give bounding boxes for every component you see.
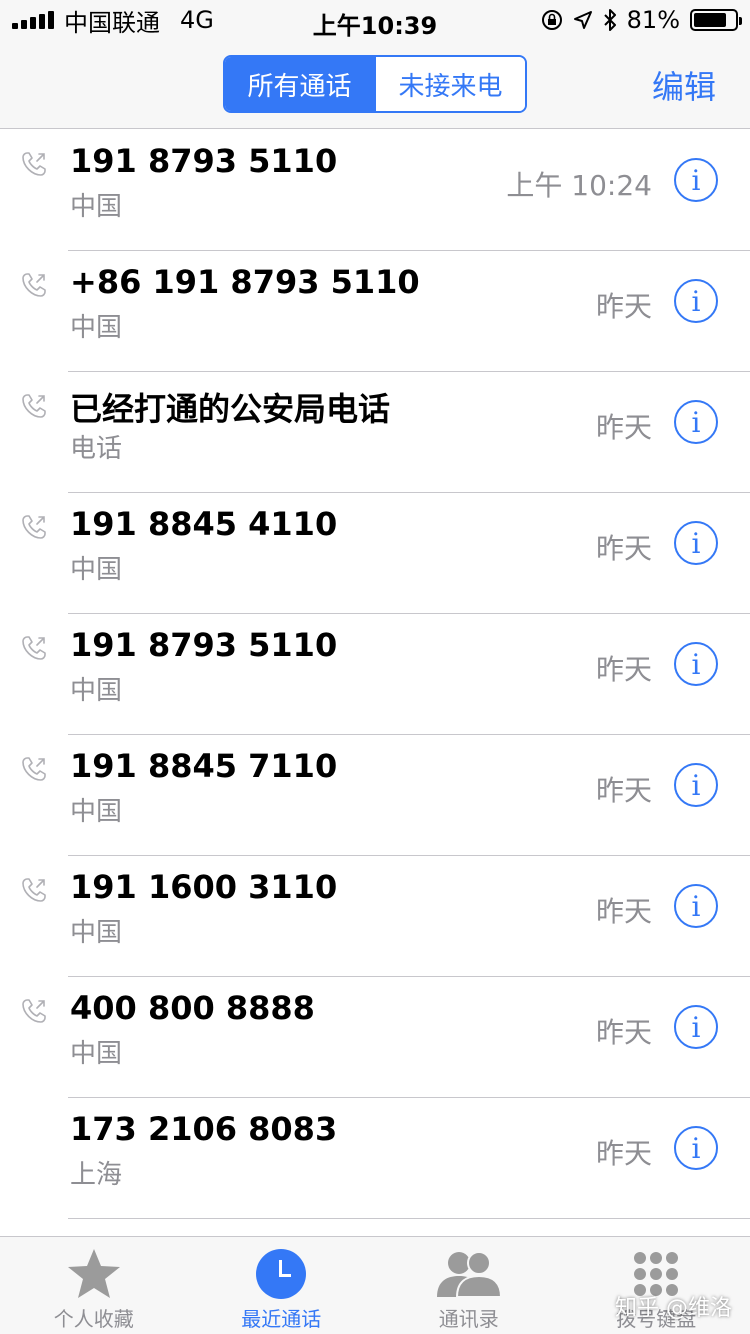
caller-name: 191 8793 5110 <box>70 626 338 664</box>
caller-name: 191 8845 7110 <box>70 747 338 785</box>
watermark: 知乎 @维洛 <box>615 1296 732 1321</box>
outgoing-call-icon <box>22 152 46 176</box>
call-row[interactable]: 400 800 8888 中国 昨天 i <box>0 977 750 1098</box>
caller-name: 173 2106 8083 <box>70 1110 338 1148</box>
call-row[interactable]: +86 191 8793 5110 中国 昨天 i <box>0 251 750 372</box>
call-row[interactable]: 173 2106 8083 上海 昨天 i <box>0 1098 750 1219</box>
tab-favorites[interactable]: 个人收藏 <box>0 1237 188 1334</box>
caller-location: 上海 <box>70 1160 123 1190</box>
call-row[interactable]: 191 8793 5110 中国 昨天 i <box>0 614 750 735</box>
caller-name: +86 191 8793 5110 <box>70 263 420 301</box>
caller-location: 电话 <box>70 434 123 464</box>
caller-location: 中国 <box>70 555 123 585</box>
call-row[interactable]: 191 8793 5110 中国 上午 10:24 i <box>0 130 750 251</box>
tab-label-contacts: 通讯录 <box>438 1307 499 1331</box>
info-button[interactable]: i <box>674 763 718 807</box>
caller-location: 中国 <box>70 1039 123 1069</box>
caller-name: 191 1600 3110 <box>70 868 338 906</box>
info-button[interactable]: i <box>674 158 718 202</box>
segment-missed-calls[interactable]: 未接来电 <box>374 57 525 111</box>
orientation-lock-icon <box>541 10 562 30</box>
contacts-icon <box>436 1251 502 1298</box>
clock-icon <box>256 1249 307 1299</box>
tab-label-favorites: 个人收藏 <box>53 1307 134 1331</box>
call-time: 昨天 <box>595 1137 652 1170</box>
outgoing-call-icon <box>22 757 46 781</box>
edit-button[interactable]: 编辑 <box>652 62 716 108</box>
location-icon <box>573 11 592 29</box>
status-right: 81% <box>541 6 742 34</box>
caller-name: 191 8793 5110 <box>70 142 338 180</box>
caller-name: 400 800 8888 <box>70 989 315 1027</box>
status-bar: 中国联通 4G 上午10:39 81% <box>0 0 750 40</box>
segment-all-calls[interactable]: 所有通话 <box>225 57 374 111</box>
call-time: 昨天 <box>595 411 652 444</box>
caller-name: 191 8845 4110 <box>70 505 338 543</box>
call-time: 昨天 <box>595 653 652 686</box>
caller-location: 中国 <box>70 313 123 343</box>
bluetooth-icon <box>603 9 616 31</box>
recent-calls-list: 191 8793 5110 中国 上午 10:24 i +86 191 8793 511… <box>0 130 750 1219</box>
outgoing-call-icon <box>22 515 46 539</box>
info-button[interactable]: i <box>674 1126 718 1170</box>
call-time: 昨天 <box>595 532 652 565</box>
battery-percent: 81% <box>626 6 680 34</box>
caller-location: 中国 <box>70 676 123 706</box>
call-time: 昨天 <box>595 290 652 323</box>
outgoing-call-icon <box>22 999 46 1023</box>
info-button[interactable]: i <box>674 400 718 444</box>
battery-level <box>694 13 727 27</box>
call-row[interactable]: 已经打通的公安局电话电话 昨天 i <box>0 372 750 493</box>
call-time: 昨天 <box>595 1016 652 1049</box>
star-icon <box>67 1249 120 1298</box>
info-button[interactable]: i <box>674 521 718 565</box>
call-time: 昨天 <box>595 774 652 807</box>
call-time: 上午 10:24 <box>506 169 652 202</box>
caller-name: 已经打通的公安局电话 <box>70 390 391 428</box>
info-button[interactable]: i <box>674 884 718 928</box>
caller-location: 中国 <box>70 192 123 222</box>
call-row[interactable]: 191 1600 3110 中国 昨天 i <box>0 856 750 977</box>
navigation-bar: 所有通话 未接来电 编辑 <box>0 40 750 129</box>
outgoing-call-icon <box>22 394 46 418</box>
tab-label-recents: 最近通话 <box>241 1307 322 1331</box>
tab-recents[interactable]: 最近通话 <box>188 1237 376 1334</box>
outgoing-call-icon <box>22 878 46 902</box>
tab-contacts[interactable]: 通讯录 <box>375 1237 563 1334</box>
battery-icon <box>690 9 742 31</box>
call-filter-segmented-control[interactable]: 所有通话 未接来电 <box>223 55 527 113</box>
call-row[interactable]: 191 8845 7110 中国 昨天 i <box>0 735 750 856</box>
call-time: 昨天 <box>595 895 652 928</box>
info-button[interactable]: i <box>674 279 718 323</box>
info-button[interactable]: i <box>674 1005 718 1049</box>
caller-location: 中国 <box>70 918 123 948</box>
outgoing-call-icon <box>22 636 46 660</box>
call-row[interactable]: 191 8845 4110 中国 昨天 i <box>0 493 750 614</box>
info-button[interactable]: i <box>674 642 718 686</box>
caller-location: 中国 <box>70 797 123 827</box>
outgoing-call-icon <box>22 273 46 297</box>
